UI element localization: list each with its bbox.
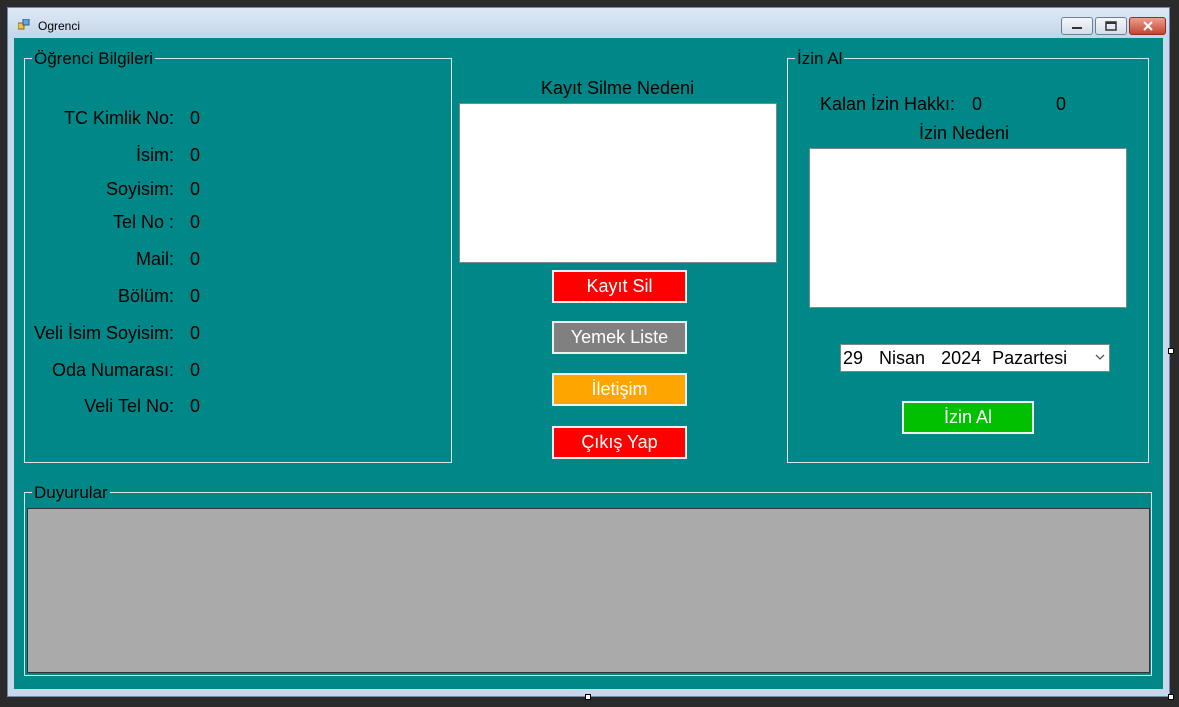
mail-value: 0 <box>190 249 201 269</box>
date-day: 29 <box>843 347 864 368</box>
veli-isim-soyisim-value: 0 <box>190 323 201 343</box>
close-icon <box>1142 21 1153 31</box>
isim-label: İsim: <box>136 145 174 165</box>
title-bar[interactable]: Ogrenci <box>8 8 1169 38</box>
oda-numarasi-value: 0 <box>190 360 201 380</box>
soyisim-value: 0 <box>190 179 201 199</box>
duyurular-list[interactable] <box>27 508 1150 673</box>
resize-handle-right[interactable] <box>1168 348 1174 354</box>
date-weekday: Pazartesi <box>992 347 1068 368</box>
tel-no-value: 0 <box>190 212 201 232</box>
resize-handle-bottom[interactable] <box>585 694 591 700</box>
resize-handle-corner[interactable] <box>1168 694 1174 700</box>
kayit-silme-nedeni-textarea[interactable] <box>459 103 777 263</box>
chevron-down-icon[interactable] <box>1095 350 1105 364</box>
bolum-label: Bölüm: <box>117 286 174 306</box>
veli-tel-no-value: 0 <box>190 396 201 416</box>
app-icon <box>18 19 30 30</box>
maximize-button[interactable] <box>1095 17 1127 35</box>
kayit-silme-nedeni-label: Kayıt Silme Nedeni <box>541 78 695 98</box>
kayit-sil-button[interactable]: Kayıt Sil <box>552 270 687 303</box>
ogrenci-bilgileri-legend: Öğrenci Bilgileri <box>34 49 154 68</box>
bolum-value: 0 <box>190 286 201 306</box>
izin-date-picker[interactable]: 29 Nisan 2024 Pazartesi <box>840 344 1110 372</box>
izin-al-button[interactable]: İzin Al <box>902 401 1034 434</box>
tel-no-label: Tel No : <box>112 212 174 232</box>
iletisim-button[interactable]: İletişim <box>552 373 687 406</box>
minimize-button[interactable] <box>1061 17 1093 35</box>
oda-numarasi-label: Oda Numarası: <box>51 360 174 380</box>
kalan-izin-hakki-label: Kalan İzin Hakkı: <box>820 94 956 114</box>
veli-isim-soyisim-label: Veli İsim Soyisim: <box>33 323 174 343</box>
form-client-area: Öğrenci Bilgileri TC Kimlik No: 0 İsim: … <box>14 38 1163 689</box>
cikis-yap-button[interactable]: Çıkış Yap <box>552 426 687 459</box>
veli-tel-no-label: Veli Tel No: <box>84 396 174 416</box>
mail-label: Mail: <box>135 249 174 269</box>
restore-icon <box>1105 21 1117 31</box>
date-month: Nisan <box>879 347 926 368</box>
window-title: Ogrenci <box>38 19 81 33</box>
close-button[interactable] <box>1129 17 1166 35</box>
date-year: 2024 <box>941 347 982 368</box>
yemek-liste-button[interactable]: Yemek Liste <box>552 321 687 354</box>
kalan-izin-hakki-value-2: 0 <box>1056 94 1067 114</box>
tc-kimlik-label: TC Kimlik No: <box>63 108 174 128</box>
soyisim-label: Soyisim: <box>105 179 174 199</box>
izin-al-legend: İzin Al <box>797 49 843 68</box>
duyurular-legend: Duyurular <box>34 483 108 502</box>
izin-nedeni-textarea[interactable] <box>809 148 1127 308</box>
ogrenci-window: Ogrenci Öğrenci Bilgileri TC Kimlik No: … <box>7 7 1170 697</box>
tc-kimlik-value: 0 <box>190 108 201 128</box>
minimize-icon <box>1072 27 1082 29</box>
kalan-izin-hakki-value: 0 <box>972 94 983 114</box>
izin-nedeni-label: İzin Nedeni <box>919 123 1010 143</box>
isim-value: 0 <box>190 145 201 165</box>
